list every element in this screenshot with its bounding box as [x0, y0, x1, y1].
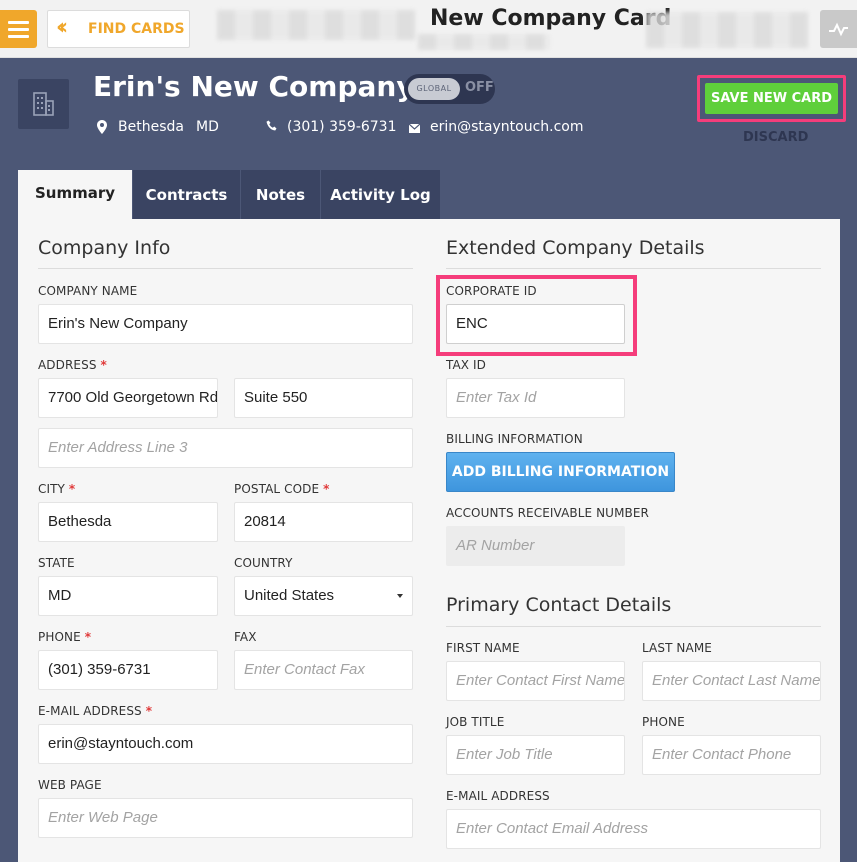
address-line2-input[interactable]: Suite 550 [234, 378, 413, 418]
company-name-label: COMPANY NAME [38, 284, 138, 298]
primary-contact-divider [446, 626, 821, 627]
save-button-highlight: SAVE NEW CARD [697, 75, 846, 122]
contact-phone-label: PHONE [642, 715, 685, 729]
tax-id-label: TAX ID [446, 358, 487, 372]
postal-code-label-text: POSTAL CODE [234, 482, 320, 496]
tab-summary[interactable]: Summary [18, 170, 133, 220]
company-info-title: Company Info [38, 237, 171, 259]
first-name-label: FIRST NAME [446, 641, 520, 655]
header-phone: (301) 359-6731 [287, 119, 397, 135]
email-label-text: E-MAIL ADDRESS [38, 704, 142, 718]
tab-notes[interactable]: Notes [241, 170, 321, 219]
address-line3-input[interactable]: Enter Address Line 3 [38, 428, 413, 468]
page-title: New Company Card [430, 6, 672, 31]
address-label-text: ADDRESS [38, 358, 97, 372]
state-input[interactable]: MD [38, 576, 218, 616]
required-mark: * [100, 358, 107, 372]
email-input[interactable]: erin@stayntouch.com [38, 724, 413, 764]
extended-details-divider [446, 268, 821, 269]
global-toggle-state: OFF [465, 80, 494, 95]
tab-contracts[interactable]: Contracts [133, 170, 241, 219]
primary-contact-title: Primary Contact Details [446, 594, 672, 616]
phone-info: (301) 359-6731 [266, 118, 397, 136]
web-page-input[interactable]: Enter Web Page [38, 798, 413, 838]
contact-phone-input[interactable]: Enter Contact Phone [642, 735, 821, 775]
required-mark: * [68, 482, 76, 496]
postal-code-input[interactable]: 20814 [234, 502, 413, 542]
menu-icon[interactable] [0, 10, 37, 48]
postal-code-label: POSTAL CODE * [234, 482, 329, 496]
company-name-heading: Erin's New Company [93, 70, 415, 103]
required-mark: * [84, 630, 92, 644]
tax-id-input[interactable]: Enter Tax Id [446, 378, 625, 418]
last-name-input[interactable]: Enter Contact Last Name [642, 661, 821, 701]
contact-email-input[interactable]: Enter Contact Email Address [446, 809, 821, 849]
fax-input[interactable]: Enter Contact Fax [234, 650, 413, 690]
header-city: Bethesda [118, 119, 184, 135]
phone-label-text: PHONE [38, 630, 81, 644]
blurred-breadcrumb [418, 34, 550, 50]
email-info: erin@stayntouch.com [409, 118, 589, 136]
discard-button[interactable]: DISCARD [743, 130, 808, 145]
extended-details-title: Extended Company Details [446, 237, 705, 259]
company-name-input[interactable]: Erin's New Company [38, 304, 413, 344]
map-pin-icon [97, 120, 107, 134]
country-label: COUNTRY [234, 556, 293, 570]
ar-number-label: ACCOUNTS RECEIVABLE NUMBER [446, 506, 649, 520]
address-label: ADDRESS * [38, 358, 107, 372]
city-input[interactable]: Bethesda [38, 502, 218, 542]
global-toggle[interactable]: GLOBAL OFF [404, 74, 495, 104]
fax-label: FAX [234, 630, 257, 644]
building-icon [18, 79, 69, 129]
phone-label: PHONE * [38, 630, 91, 644]
job-title-label: JOB TITLE [446, 715, 505, 729]
phone-input[interactable]: (301) 359-6731 [38, 650, 218, 690]
envelope-icon [409, 124, 420, 133]
double-chevron-left-icon: ‹‹ [56, 15, 68, 40]
city-label-text: CITY [38, 482, 65, 496]
first-name-input[interactable]: Enter Contact First Name [446, 661, 625, 701]
country-selected-value: United States [244, 587, 335, 604]
caret-down-icon [397, 594, 403, 598]
pulse-icon [829, 22, 848, 37]
top-bar: ‹‹ FIND CARDS New Company Card [0, 0, 857, 58]
add-billing-information-button[interactable]: ADD BILLING INFORMATION [446, 452, 675, 492]
tab-activity-log[interactable]: Activity Log [321, 170, 441, 219]
company-info-divider [38, 268, 413, 269]
header-state: MD [196, 119, 219, 135]
billing-info-label: BILLING INFORMATION [446, 432, 583, 446]
global-toggle-label: GLOBAL [408, 78, 460, 100]
required-mark: * [323, 482, 330, 496]
web-page-label: WEB PAGE [38, 778, 102, 792]
header-email: erin@stayntouch.com [430, 119, 584, 135]
state-label: STATE [38, 556, 75, 570]
city-label: CITY * [38, 482, 75, 496]
corporate-id-input[interactable]: ENC [446, 304, 625, 344]
blurred-breadcrumb [217, 10, 415, 40]
country-select[interactable]: United States [234, 576, 413, 616]
address-line1-input[interactable]: 7700 Old Georgetown Rd [38, 378, 218, 418]
corporate-id-label: CORPORATE ID [446, 284, 537, 298]
email-label: E-MAIL ADDRESS * [38, 704, 152, 718]
last-name-label: LAST NAME [642, 641, 712, 655]
job-title-input[interactable]: Enter Job Title [446, 735, 625, 775]
find-cards-button[interactable]: ‹‹ FIND CARDS [47, 10, 190, 48]
activity-button[interactable] [820, 10, 857, 48]
location-info: Bethesda MD [97, 118, 237, 136]
ar-number-input: AR Number [446, 526, 625, 566]
phone-icon [266, 120, 277, 131]
blurred-user-info [646, 12, 808, 48]
required-mark: * [145, 704, 153, 718]
contact-email-label: E-MAIL ADDRESS [446, 789, 550, 803]
save-new-card-button[interactable]: SAVE NEW CARD [705, 83, 838, 114]
